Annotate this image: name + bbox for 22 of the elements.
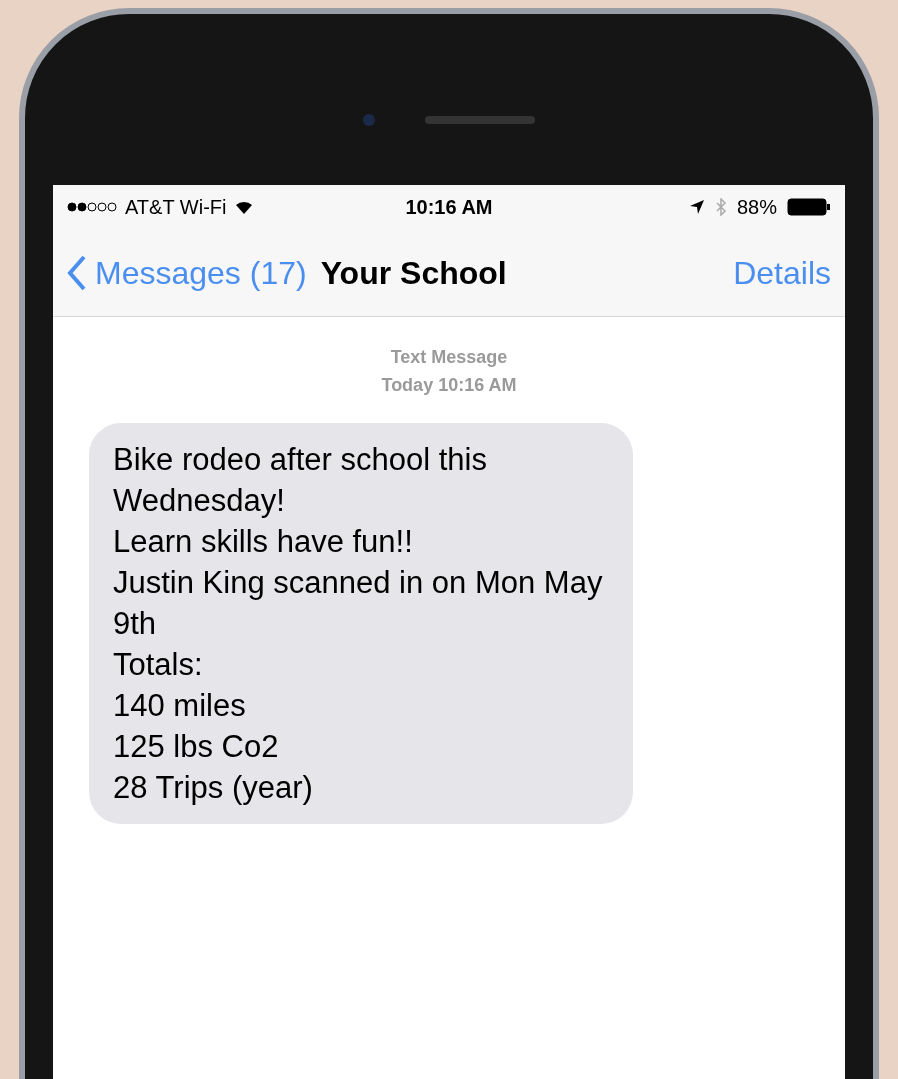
message-line: 125 lbs Co2 — [113, 728, 280, 766]
signal-dots-icon — [67, 202, 117, 212]
message-line: Bike rodeo after school this Wednesday! — [113, 441, 488, 520]
message-timestamp: Today 10:16 AM — [381, 374, 517, 397]
battery-percent: 88% — [736, 195, 777, 220]
back-button[interactable]: Messages (17) — [67, 248, 307, 297]
message-type-label: Text Message — [390, 346, 508, 369]
conversation-title: Your School — [320, 253, 507, 293]
wifi-icon — [234, 199, 255, 215]
camera-icon — [363, 113, 375, 126]
message-line: Totals: — [113, 646, 204, 684]
message-line: Justin King scanned in on Mon May 9th — [113, 564, 604, 643]
bluetooth-icon — [714, 198, 727, 216]
battery-icon — [787, 198, 831, 216]
details-button[interactable]: Details — [733, 248, 831, 297]
carrier-name: AT&T Wi-Fi — [125, 195, 227, 220]
message-line: Learn skills have fun!! — [113, 523, 414, 561]
message-line: 140 miles — [113, 687, 247, 725]
location-arrow-icon — [688, 199, 705, 215]
chevron-left-icon — [67, 254, 87, 291]
clock-time: 10:16 AM — [405, 195, 493, 220]
message-line: 28 Trips (year) — [113, 769, 314, 807]
